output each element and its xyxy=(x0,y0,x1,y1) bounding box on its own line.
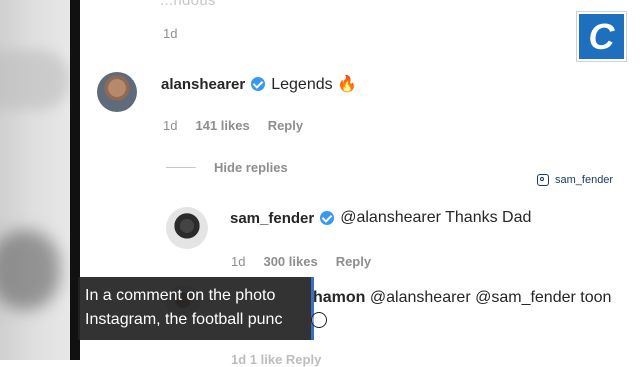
comment-meta-alanshearer: 1d 141 likes Reply xyxy=(163,118,303,133)
previous-comment-time: 1d xyxy=(163,26,178,41)
reply-text-partial: @alanshearer @sam_fender toon xyxy=(369,289,612,306)
username-sam-fender[interactable]: sam_fender xyxy=(230,210,314,227)
comment-time: 1d xyxy=(163,118,178,133)
caption-line-2: Instagram, the football punc xyxy=(85,311,283,328)
reply-button[interactable]: Reply xyxy=(336,254,371,269)
reply-meta-sam-fender: 1d 300 likes Reply xyxy=(231,254,371,269)
comment-text: Legends 🔥 xyxy=(271,76,357,93)
blurred-shape xyxy=(0,50,70,110)
username-alanshearer[interactable]: alanshearer xyxy=(161,76,245,93)
verified-badge-icon xyxy=(320,211,335,225)
likes-count[interactable]: 300 likes xyxy=(263,254,317,269)
blurred-shape xyxy=(0,230,60,310)
instagram-icon xyxy=(537,174,549,186)
instagram-handle: sam_fender xyxy=(555,174,614,186)
caption-line-1: In a comment on the photo xyxy=(85,287,276,304)
caption-box: In a comment on the photo Instagram, the… xyxy=(78,277,314,340)
hide-replies-button[interactable]: Hide replies xyxy=(166,160,288,175)
avatar-sam-fender[interactable] xyxy=(166,207,208,249)
reply-button[interactable]: Reply xyxy=(268,118,303,133)
channel-logo: C xyxy=(577,12,626,61)
instagram-credit-tag: sam_fender xyxy=(533,169,627,191)
cursor-circle-icon xyxy=(311,312,327,328)
avatar-alanshearer[interactable] xyxy=(97,72,137,112)
comment-alanshearer: alanshearer Legends 🔥 xyxy=(161,74,357,94)
faded-previous-comment: ...ndous xyxy=(160,0,216,9)
blurred-background-left xyxy=(0,0,70,360)
verified-badge-icon xyxy=(251,77,266,91)
reply-text: @alanshearer Thanks Dad xyxy=(340,209,532,226)
caption-accent-edge xyxy=(311,277,314,340)
reply-time: 1d xyxy=(231,254,246,269)
username-partial[interactable]: hamon xyxy=(313,289,365,306)
reply-partial: hamon @alanshearer @sam_fender toon xyxy=(313,289,611,307)
likes-count[interactable]: 141 likes xyxy=(195,118,249,133)
hide-replies-label: Hide replies xyxy=(214,160,288,175)
hide-replies-line xyxy=(166,167,196,168)
reply-sam-fender: sam_fender @alanshearer Thanks Dad xyxy=(230,209,531,227)
